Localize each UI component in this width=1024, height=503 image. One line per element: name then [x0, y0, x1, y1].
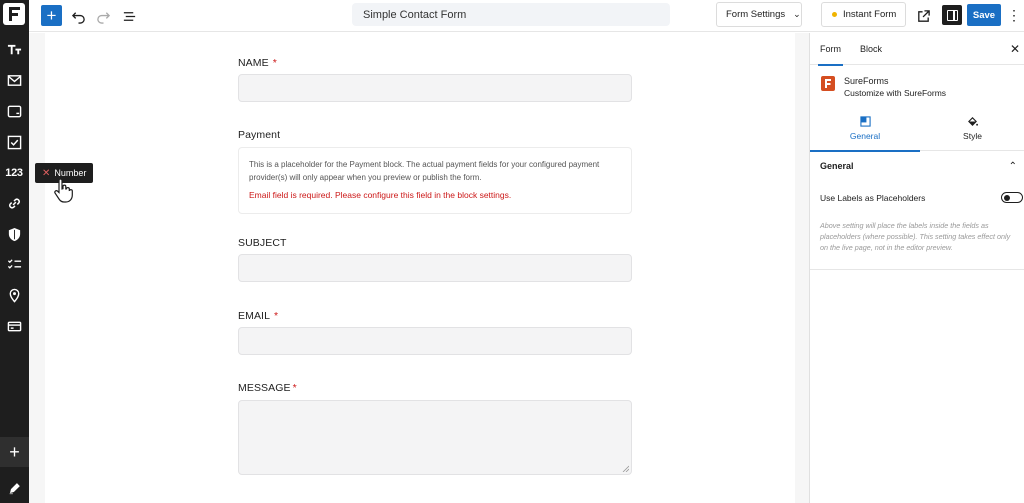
- sidebar-tabs: Form Block ✕: [810, 33, 1024, 66]
- undo-icon[interactable]: [68, 6, 88, 26]
- more-options-icon[interactable]: ⋮: [1007, 5, 1021, 25]
- tab-general-label: General: [849, 130, 881, 141]
- editor-toolbar: + Simple Contact Form Form Settings ⌄ In…: [29, 0, 1024, 32]
- email-label-text: EMAIL: [238, 310, 271, 322]
- close-icon: ✕: [42, 167, 51, 179]
- section-divider: [810, 269, 1024, 270]
- instant-form-label: Instant Form: [843, 9, 897, 20]
- text-format-icon[interactable]: [2, 38, 26, 60]
- payment-card-icon[interactable]: [2, 315, 26, 337]
- section-title: General: [820, 161, 854, 171]
- message-textarea[interactable]: [238, 400, 632, 475]
- chevron-down-icon: ⌄: [793, 9, 801, 19]
- use-labels-as-placeholders-toggle[interactable]: [1001, 192, 1023, 203]
- general-section-header[interactable]: General ⌃: [810, 151, 1024, 181]
- name-label-text: NAME: [238, 57, 269, 69]
- external-link-icon[interactable]: [913, 6, 933, 26]
- name-input[interactable]: [238, 74, 632, 102]
- sidebar-sub-tabs: General Style: [810, 105, 1024, 152]
- close-icon[interactable]: ✕: [1009, 43, 1021, 55]
- subject-input[interactable]: [238, 254, 632, 282]
- hand-cursor-icon: [54, 178, 73, 203]
- tab-general[interactable]: General: [810, 105, 920, 152]
- tab-style[interactable]: Style: [920, 105, 1024, 151]
- status-dot-icon: [832, 12, 837, 17]
- tab-block[interactable]: Block: [860, 33, 882, 65]
- link-icon[interactable]: [2, 192, 26, 214]
- form-canvas: NAME * Payment This is a placeholder for …: [45, 33, 795, 503]
- form-settings-label: Form Settings: [726, 9, 786, 20]
- paint-bucket-icon: [968, 116, 978, 126]
- required-mark: *: [292, 382, 297, 394]
- plugin-name: SureForms: [844, 76, 889, 86]
- tab-form[interactable]: Form: [818, 33, 843, 66]
- required-mark: *: [274, 310, 279, 322]
- number-icon[interactable]: 123: [2, 162, 26, 184]
- redo-icon[interactable]: [93, 6, 113, 26]
- block-rail: 123 +: [0, 0, 29, 503]
- sidebar-panel-icon: [946, 9, 958, 21]
- required-mark: *: [272, 57, 277, 69]
- checklist-icon[interactable]: [2, 253, 26, 275]
- settings-sidebar: Form Block ✕ SureForms Customize with Su…: [809, 33, 1024, 503]
- email-field-label: EMAIL *: [238, 310, 278, 322]
- toggle-knob: [1004, 194, 1010, 201]
- block-inserter-button[interactable]: +: [41, 5, 62, 26]
- name-field-label: NAME *: [238, 57, 277, 69]
- save-button[interactable]: Save: [967, 4, 1001, 26]
- sureforms-logo: [821, 76, 835, 91]
- message-field-label: MESSAGE *: [238, 382, 297, 394]
- checkbox-icon[interactable]: [2, 131, 26, 153]
- sureforms-logo[interactable]: [3, 3, 25, 25]
- toggle-settings-panel-button[interactable]: [942, 5, 962, 25]
- instant-form-button[interactable]: Instant Form: [821, 2, 906, 27]
- document-overview-icon[interactable]: [119, 6, 139, 26]
- edit-pen-icon[interactable]: [2, 478, 26, 498]
- payment-error-message: Email field is required. Please configur…: [249, 190, 512, 200]
- payment-field-label: Payment: [238, 129, 281, 141]
- form-settings-button[interactable]: Form Settings ⌄: [716, 2, 802, 27]
- resize-handle-icon[interactable]: [622, 465, 629, 472]
- message-label-text: MESSAGE: [238, 382, 291, 394]
- payment-block-placeholder[interactable]: This is a placeholder for the Payment bl…: [238, 147, 632, 214]
- tooltip-label: Number: [54, 168, 87, 178]
- input-icon[interactable]: [2, 100, 26, 122]
- form-title-field[interactable]: Simple Contact Form: [352, 3, 670, 26]
- help-text: Above setting will place the labels insi…: [820, 221, 1011, 252]
- tab-style-label: Style: [963, 130, 982, 141]
- use-labels-as-placeholders-label: Use Labels as Placeholders: [820, 193, 926, 203]
- payment-placeholder-text: This is a placeholder for the Payment bl…: [249, 160, 600, 182]
- envelope-icon[interactable]: [2, 69, 26, 91]
- add-block-button[interactable]: +: [0, 437, 29, 467]
- location-icon[interactable]: [2, 284, 26, 306]
- general-settings-icon: [859, 115, 871, 127]
- email-input[interactable]: [238, 327, 632, 355]
- shield-icon[interactable]: [2, 223, 26, 245]
- plugin-description: Customize with SureForms: [844, 88, 947, 98]
- chevron-up-icon: ⌃: [1008, 161, 1017, 172]
- subject-field-label: SUBJECT: [238, 237, 287, 249]
